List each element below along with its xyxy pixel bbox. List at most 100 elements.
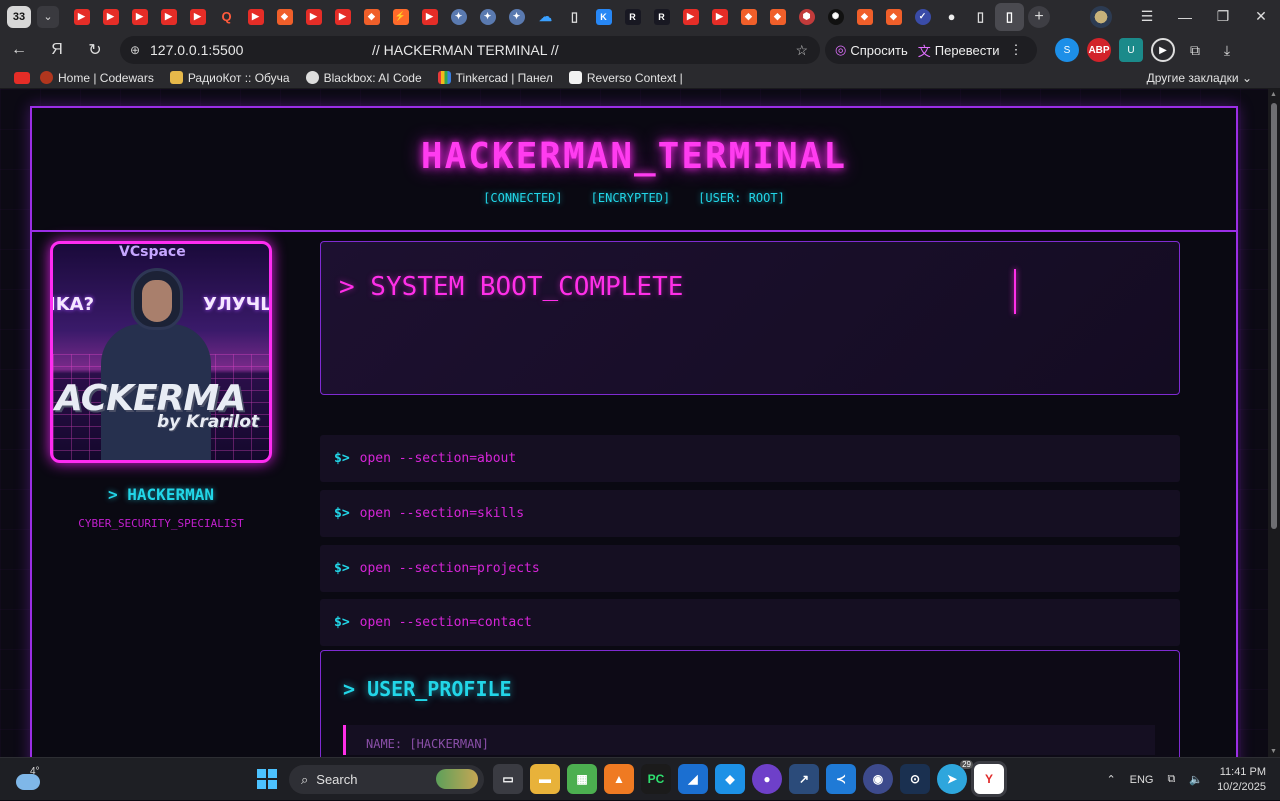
- task-view-icon[interactable]: ▭: [493, 764, 523, 794]
- window-controls: ☰ — ❐ ✕: [1090, 0, 1280, 33]
- tab-strip: ▶ ▶ ▶ ▶ ▶ Q ▶ ◆ ▶ ▶ ◆ ⚡ ▶ ✦ ✦ ✦ ☁ ▯ K R …: [67, 2, 1024, 31]
- tab-list-chevron-icon[interactable]: ⌄: [37, 5, 59, 28]
- adblock-icon[interactable]: ABP: [1087, 38, 1111, 62]
- bookmark-star-icon[interactable]: ☆: [795, 42, 808, 59]
- bookmark-tinkercad[interactable]: Tinkercad | Панел: [437, 71, 553, 85]
- tab-vk[interactable]: K: [589, 3, 618, 31]
- steam-icon[interactable]: ⊙: [900, 764, 930, 794]
- tab-youtube[interactable]: ▶: [96, 3, 125, 31]
- tab-search[interactable]: Q: [212, 3, 241, 31]
- tab-youtube[interactable]: ▶: [415, 3, 444, 31]
- tab-active-document[interactable]: ▯: [995, 2, 1024, 31]
- tab-document[interactable]: ▯: [560, 3, 589, 31]
- file-explorer-icon[interactable]: ▬: [530, 764, 560, 794]
- bookmark-radiokot[interactable]: РадиоКот :: Обуча: [169, 71, 290, 85]
- tab-youtube[interactable]: ▶: [705, 3, 734, 31]
- menu-icon[interactable]: ☰: [1128, 8, 1166, 25]
- tab-youtube[interactable]: ▶: [328, 3, 357, 31]
- tab-github[interactable]: ●: [937, 3, 966, 31]
- tab-page[interactable]: ◆: [763, 3, 792, 31]
- start-button[interactable]: [257, 769, 277, 789]
- app-triangle-icon[interactable]: ▲: [604, 764, 634, 794]
- download-icon[interactable]: ⤓: [1215, 38, 1239, 62]
- translate-button[interactable]: 文 Перевести: [918, 41, 1000, 60]
- misc-icon: ✺: [827, 8, 844, 25]
- command-contact[interactable]: $> open --section=contact: [320, 599, 1180, 646]
- github-desktop-icon[interactable]: ●: [752, 764, 782, 794]
- scroll-up-icon[interactable]: ▲: [1270, 91, 1277, 98]
- app-chart-icon[interactable]: ↗: [789, 764, 819, 794]
- tab-document[interactable]: ▯: [966, 3, 995, 31]
- page-scrollbar[interactable]: ▲ ▼: [1268, 89, 1280, 757]
- document-icon: ▯: [976, 8, 985, 24]
- tab-misc[interactable]: ✓: [908, 3, 937, 31]
- status-connected: [CONNECTED]: [483, 191, 563, 205]
- url-input[interactable]: ⊕ 127.0.0.1:5500 // HACKERMAN TERMINAL /…: [120, 36, 820, 64]
- yandex-home-icon[interactable]: Я: [38, 41, 76, 59]
- pycharm-icon[interactable]: PC: [641, 764, 671, 794]
- avatar: VCspace IKA? УЛУЧШ ACKERMA by Krarilot: [50, 241, 272, 463]
- ask-button[interactable]: ◎ Спросить: [835, 42, 908, 58]
- tab-r[interactable]: R: [618, 3, 647, 31]
- tab-page[interactable]: ◆: [879, 3, 908, 31]
- tray-chevron-up-icon[interactable]: ⌃: [1106, 773, 1115, 786]
- scrollbar-thumb[interactable]: [1271, 103, 1277, 529]
- tab-hexagon[interactable]: ⬢: [792, 3, 821, 31]
- more-icon[interactable]: ⋮: [1010, 42, 1023, 58]
- youtube-icon[interactable]: [14, 71, 30, 84]
- command-skills[interactable]: $> open --section=skills: [320, 490, 1180, 537]
- taskbar-search[interactable]: ⌕ Search: [289, 765, 484, 794]
- tab-bolt[interactable]: ⚡: [386, 3, 415, 31]
- app-grid-icon[interactable]: ▦: [567, 764, 597, 794]
- command-projects[interactable]: $> open --section=projects: [320, 545, 1180, 592]
- tab-cloud[interactable]: ☁: [531, 3, 560, 31]
- scroll-down-icon[interactable]: ▼: [1270, 748, 1277, 755]
- tab-chatgpt[interactable]: ✦: [444, 3, 473, 31]
- site-info-icon[interactable]: ⊕: [130, 43, 140, 57]
- tab-youtube[interactable]: ▶: [67, 3, 96, 31]
- new-tab-button[interactable]: +: [1028, 5, 1050, 28]
- extension-u-icon[interactable]: U: [1119, 38, 1143, 62]
- avatar-text-left: IKA?: [50, 294, 95, 315]
- app-wing-icon[interactable]: ◢: [678, 764, 708, 794]
- telegram-icon[interactable]: ➤ 29: [937, 760, 973, 794]
- tab-youtube[interactable]: ▶: [299, 3, 328, 31]
- profile-avatar-icon[interactable]: [1090, 5, 1112, 28]
- tab-page[interactable]: ◆: [270, 3, 299, 31]
- tab-youtube[interactable]: ▶: [154, 3, 183, 31]
- tab-youtube[interactable]: ▶: [241, 3, 270, 31]
- bookmark-blackbox[interactable]: Blackbox: AI Code: [305, 71, 422, 85]
- bookmark-reverso[interactable]: Reverso Context |: [568, 71, 683, 85]
- collections-icon[interactable]: ⧉: [1183, 38, 1207, 62]
- minimize-icon[interactable]: —: [1166, 9, 1204, 25]
- tab-chatgpt[interactable]: ✦: [502, 3, 531, 31]
- tab-youtube[interactable]: ▶: [676, 3, 705, 31]
- docker-icon[interactable]: ◆: [715, 764, 745, 794]
- tab-youtube[interactable]: ▶: [183, 3, 212, 31]
- close-icon[interactable]: ✕: [1242, 8, 1280, 25]
- tab-youtube[interactable]: ▶: [125, 3, 154, 31]
- yandex-browser-icon[interactable]: Y: [974, 764, 1004, 794]
- command-about[interactable]: $> open --section=about: [320, 435, 1180, 482]
- tab-misc[interactable]: ✺: [821, 3, 850, 31]
- vscode-icon[interactable]: ≺: [826, 764, 856, 794]
- restore-icon[interactable]: ❐: [1204, 8, 1242, 25]
- volume-icon[interactable]: 🔈: [1189, 773, 1203, 786]
- codewars-icon: [40, 71, 53, 84]
- tab-page[interactable]: ◆: [850, 3, 879, 31]
- bookmark-codewars[interactable]: Home | Codewars: [40, 71, 154, 85]
- back-arrow-icon[interactable]: ←: [0, 41, 38, 59]
- clock[interactable]: 11:41 PM 10/2/2025: [1217, 765, 1266, 795]
- other-bookmarks-button[interactable]: Другие закладки ⌄: [1147, 71, 1252, 85]
- tab-page[interactable]: ◆: [357, 3, 386, 31]
- shazam-icon[interactable]: S: [1055, 38, 1079, 62]
- app-circle-icon[interactable]: ◉: [863, 764, 893, 794]
- tab-page[interactable]: ◆: [734, 3, 763, 31]
- network-icon[interactable]: ⧉: [1168, 773, 1176, 786]
- media-play-icon[interactable]: ▶: [1151, 38, 1175, 62]
- reload-icon[interactable]: ↻: [76, 40, 114, 60]
- tab-r[interactable]: R: [647, 3, 676, 31]
- tab-chatgpt[interactable]: ✦: [473, 3, 502, 31]
- language-indicator[interactable]: ENG: [1130, 774, 1154, 786]
- tab-count-button[interactable]: 33: [7, 5, 31, 28]
